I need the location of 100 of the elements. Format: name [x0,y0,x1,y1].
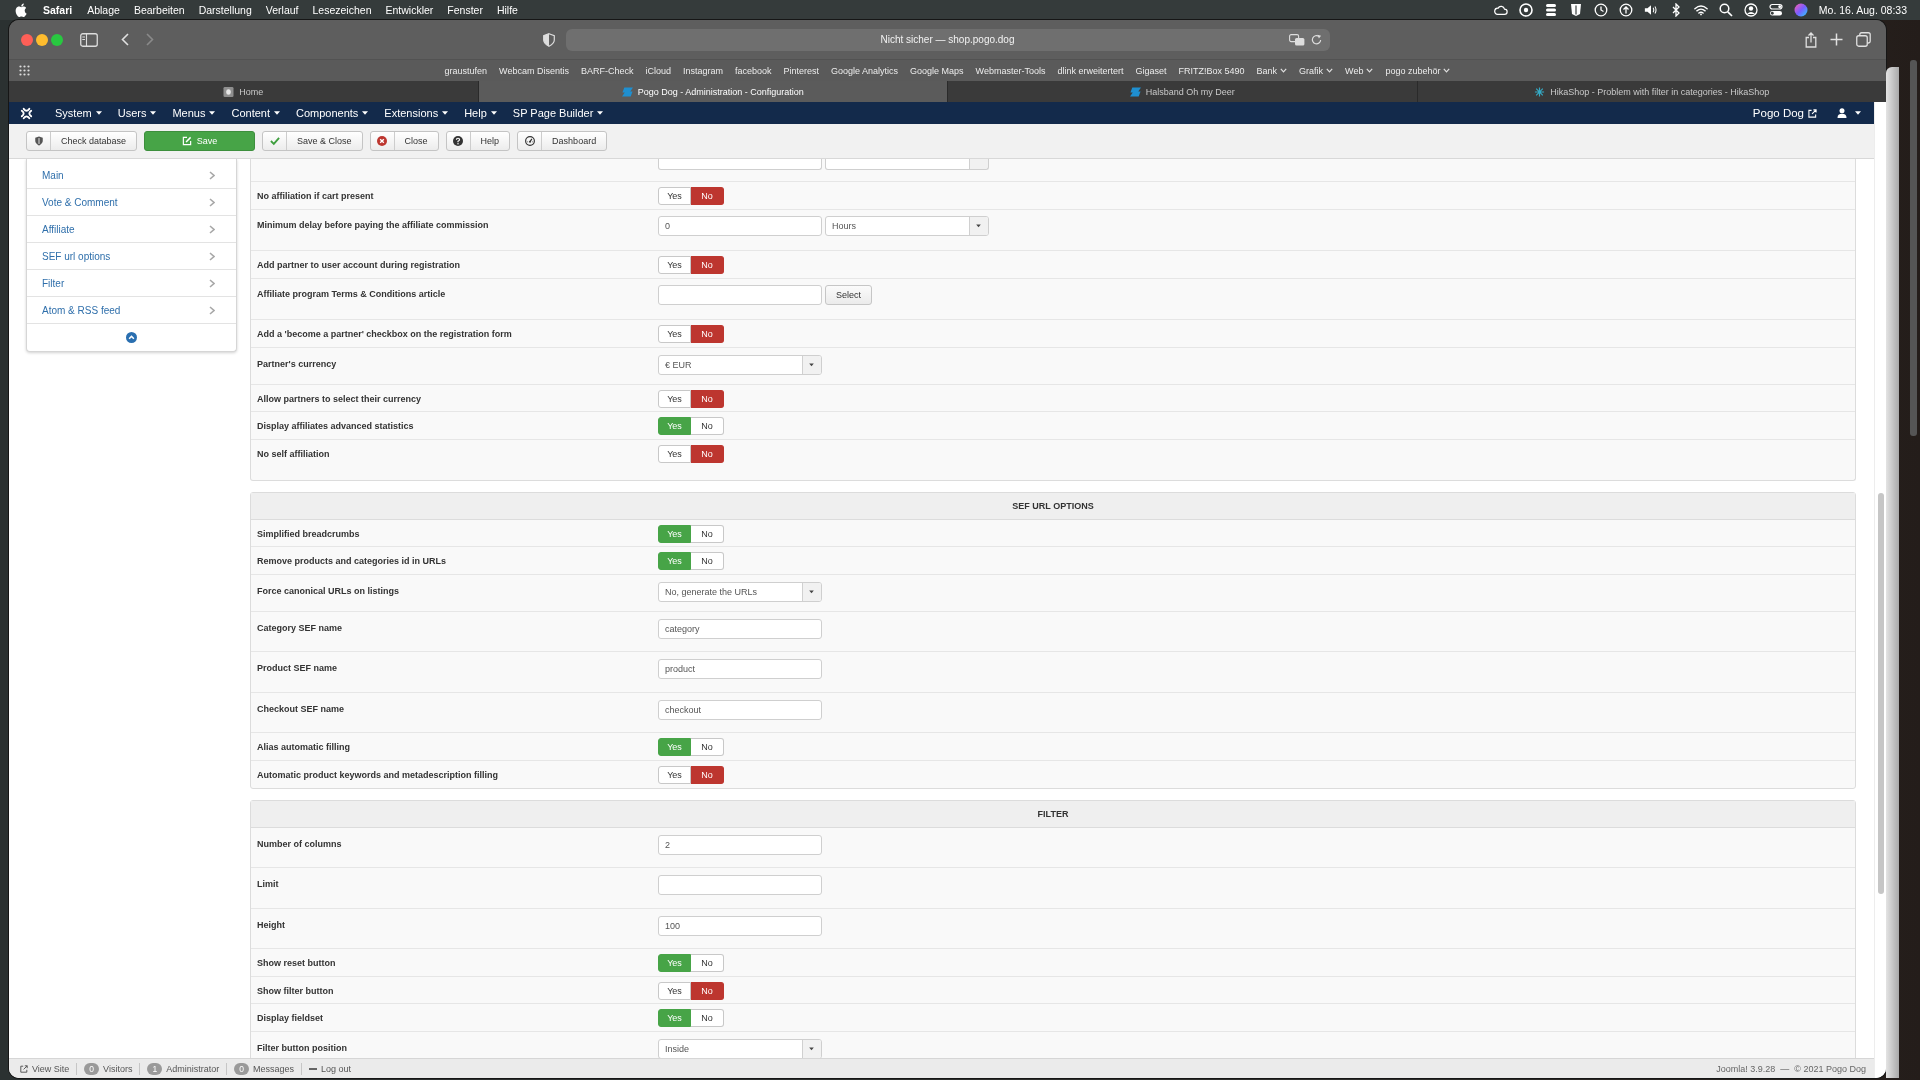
orb-icon[interactable] [1793,3,1808,17]
text-field[interactable] [658,875,822,895]
apple-icon[interactable] [15,3,27,17]
caret-icon[interactable] [1855,111,1861,115]
bookmark-link[interactable]: facebook [734,65,772,76]
select-button[interactable]: Select [825,284,872,305]
menu-item[interactable]: Safari [43,4,73,16]
bookmark-link[interactable]: dlink erweitertert [1057,65,1124,76]
status-link[interactable]: 0 Messages [226,1062,301,1075]
menu-item[interactable]: Entwickler [385,4,434,16]
status-link[interactable]: Log out [300,1062,358,1075]
toggle-option[interactable]: Yes [658,981,691,1000]
toggle-option[interactable]: Yes [658,389,691,408]
address-bar[interactable]: Nicht sicher — shop.pogo.dog [565,28,1330,51]
toggle-option[interactable]: No [691,389,724,408]
toggle-option[interactable]: Yes [658,325,691,343]
site-link[interactable]: Pogo Dog [1752,107,1817,119]
chevron-up-circle-icon[interactable] [126,332,137,343]
toggle-option[interactable]: No [691,444,724,463]
translate-icon[interactable] [1288,33,1305,46]
text-field[interactable] [658,159,822,170]
nav-menu[interactable]: Components [296,107,369,119]
dropdown[interactable]: No, generate the URLs [658,581,822,602]
sidebar-item[interactable]: Atom & RSS feed [27,297,236,324]
toggle-option[interactable]: No [691,981,724,1000]
text-field[interactable]: checkout [658,699,822,720]
bookmark-link[interactable]: Google Maps [910,65,964,76]
toggle-option[interactable]: No [691,765,724,784]
browser-tab[interactable]: Pogo Dog - Administration - Configuration [477,81,947,102]
grid-icon[interactable] [19,65,30,76]
bookmark-link[interactable]: Instagram [682,65,723,76]
sidebar-icon[interactable] [80,32,98,47]
cloud-icon[interactable] [1493,3,1508,17]
toggle-option[interactable]: Yes [658,256,691,274]
nav-menu[interactable]: Content [231,107,280,119]
toggle-option[interactable]: Yes [658,765,691,784]
toggle-option[interactable]: Yes [658,444,691,463]
toolbar-button[interactable]: Dashboard [517,131,608,151]
toggle-option[interactable]: Yes [658,187,691,205]
nav-menu[interactable]: Menus [172,107,216,119]
sidebar-item[interactable]: Main [27,162,236,189]
text-field[interactable]: 2 [658,834,822,855]
bookmark-link[interactable]: Gigaset [1135,65,1167,76]
status-link[interactable]: 1 Administrator [139,1062,227,1075]
status-link[interactable]: 0 Visitors [76,1062,140,1075]
arrow-up-circle-icon[interactable] [1618,3,1633,17]
toggle-option[interactable]: No [691,325,724,343]
text-field[interactable]: category [658,618,822,639]
toggle-option[interactable]: No [691,738,724,756]
scrollbar-thumb[interactable] [1878,493,1884,894]
toggle-option[interactable]: No [691,524,724,543]
scrollbar-thumb[interactable] [1910,60,1917,436]
toolbar-button[interactable]: Close [369,131,439,151]
window-minimize-button[interactable] [36,33,48,46]
user-icon[interactable] [1837,108,1847,118]
bookmark-link[interactable]: Webcam Disentis [499,65,569,76]
user-circle-icon[interactable] [1743,3,1758,17]
menu-item[interactable]: Darstellung [198,4,252,16]
menu-item[interactable]: Hilfe [496,4,518,16]
text-field[interactable]: 0 [658,215,822,236]
bookmark-link[interactable]: iCloud [645,65,671,76]
bookmark-link[interactable]: pogo zubehör [1385,65,1451,76]
sidebar-item[interactable]: SEF url options [27,243,236,270]
toggle-option[interactable]: No [691,552,724,570]
bookmark-link[interactable]: FRITZ!Box 5490 [1178,65,1245,76]
menu-item[interactable]: Ablage [87,4,120,16]
reload-icon[interactable] [1310,34,1322,45]
wifi-icon[interactable] [1693,3,1708,17]
dropdown[interactable]: Hours [825,215,989,236]
status-link[interactable]: View Site [13,1062,77,1075]
bookmark-link[interactable]: Web [1345,65,1374,76]
new-tab-icon[interactable] [1830,33,1843,46]
text-field[interactable]: product [658,659,822,679]
toggle-option[interactable]: No [691,187,724,205]
menu-item[interactable]: Verlauf [265,4,299,16]
stack-icon[interactable] [1543,3,1558,17]
bookmark-link[interactable]: graustufen [444,65,488,76]
nav-menu[interactable]: Users [117,107,157,119]
scrollbar[interactable] [1874,102,1886,1078]
back-icon[interactable] [121,33,129,46]
toolbar-button[interactable]: Help [445,131,511,151]
nav-menu[interactable]: System [55,107,102,119]
toolbar-button[interactable]: Check database [26,131,138,151]
speaker-icon[interactable] [1643,3,1658,17]
menu-item[interactable]: Fenster [447,4,483,16]
sidebar-item[interactable]: Vote & Comment [27,189,236,216]
browser-tab[interactable]: Home [9,81,478,102]
share-icon[interactable] [1805,31,1817,48]
bookmark-link[interactable]: Google Analytics [831,65,899,76]
bookmark-link[interactable]: Grafik [1299,65,1334,76]
nav-menu[interactable]: Help [464,107,497,119]
disc-icon[interactable] [1518,3,1533,17]
clock-icon[interactable] [1593,3,1608,17]
text-field[interactable] [658,284,822,305]
toggle-option[interactable]: No [691,417,724,435]
toggle-option[interactable]: No [691,954,724,972]
search-icon[interactable] [1718,3,1733,17]
clock[interactable]: Mo. 16. Aug. 08:33 [1818,4,1907,16]
toggles-icon[interactable] [1768,3,1783,17]
shield-icon[interactable] [542,32,555,47]
